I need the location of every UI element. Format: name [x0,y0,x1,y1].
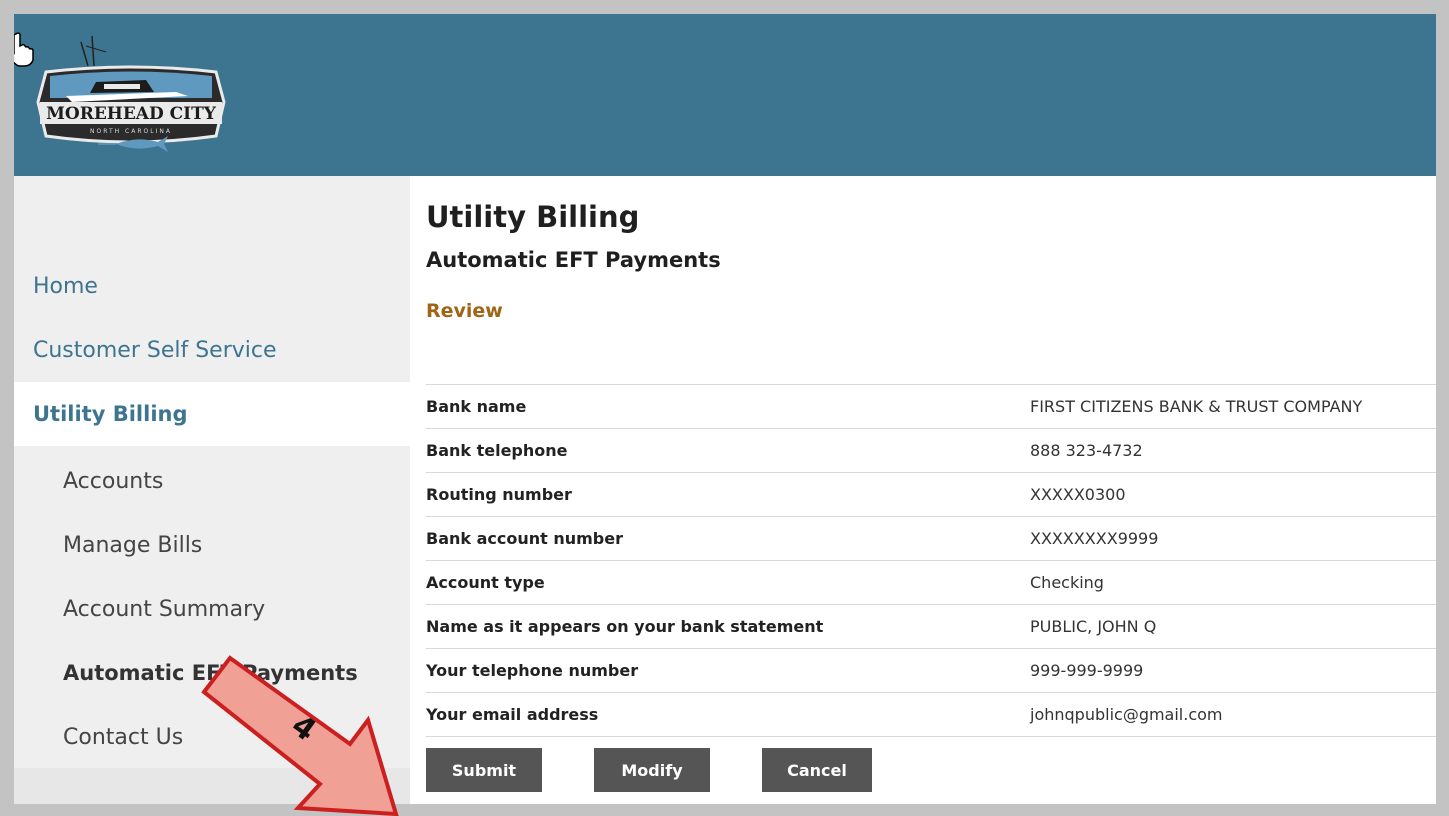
row-label: Routing number [426,485,572,504]
review-table: Bank name FIRST CITIZENS BANK & TRUST CO… [426,384,1436,737]
sidebar-item-accounts[interactable]: Accounts [14,449,410,513]
row-value: 888 323-4732 [1030,441,1143,460]
row-label: Your email address [426,705,599,724]
row-value: 999-999-9999 [1030,661,1144,680]
page-title: Utility Billing [426,200,640,234]
table-row: Your telephone number 999-999-9999 [426,648,1436,693]
cancel-button[interactable]: Cancel [762,748,872,792]
table-row: Bank telephone 888 323-4732 [426,428,1436,473]
table-row: Bank account number XXXXXXXX9999 [426,516,1436,561]
submit-button[interactable]: Submit [426,748,542,792]
row-value: johnqpublic@gmail.com [1030,705,1223,724]
row-label: Your telephone number [426,661,639,680]
step-label: Review [426,300,503,322]
sidebar-item-home[interactable]: Home [14,254,410,318]
table-row: Bank name FIRST CITIZENS BANK & TRUST CO… [426,384,1436,429]
row-label: Account type [426,573,545,592]
page-subtitle: Automatic EFT Payments [426,248,721,272]
row-label: Bank name [426,397,527,416]
logo-subtitle: NORTH CAROLINA [90,128,172,135]
row-label: Bank telephone [426,441,568,460]
sidebar-item-account-summary[interactable]: Account Summary [14,577,410,641]
row-value: XXXXXXXX9999 [1030,529,1159,548]
table-row: Account type Checking [426,560,1436,605]
logo-title: MOREHEAD CITY [46,104,217,124]
sidebar-item-customer-self-service[interactable]: Customer Self Service [14,318,410,382]
hand-cursor-icon [14,32,34,67]
row-value: FIRST CITIZENS BANK & TRUST COMPANY [1030,397,1363,416]
morehead-city-logo[interactable]: MOREHEAD CITY NORTH CAROLINA [26,32,236,172]
table-row: Name as it appears on your bank statemen… [426,604,1436,649]
row-value: Checking [1030,573,1104,592]
modify-button[interactable]: Modify [594,748,710,792]
sidebar-item-manage-bills[interactable]: Manage Bills [14,513,410,577]
sidebar-item-utility-billing[interactable]: Utility Billing [14,382,410,446]
row-label: Name as it appears on your bank statemen… [426,617,824,636]
site-header: MOREHEAD CITY NORTH CAROLINA [14,14,1436,176]
table-row: Your email address johnqpublic@gmail.com [426,692,1436,737]
row-value: XXXXX0300 [1030,485,1126,504]
main-content: Utility Billing Automatic EFT Payments R… [410,176,1436,804]
table-row: Routing number XXXXX0300 [426,472,1436,517]
row-label: Bank account number [426,529,623,548]
row-value: PUBLIC, JOHN Q [1030,617,1157,636]
annotation-arrow-icon: 4 [201,655,399,816]
